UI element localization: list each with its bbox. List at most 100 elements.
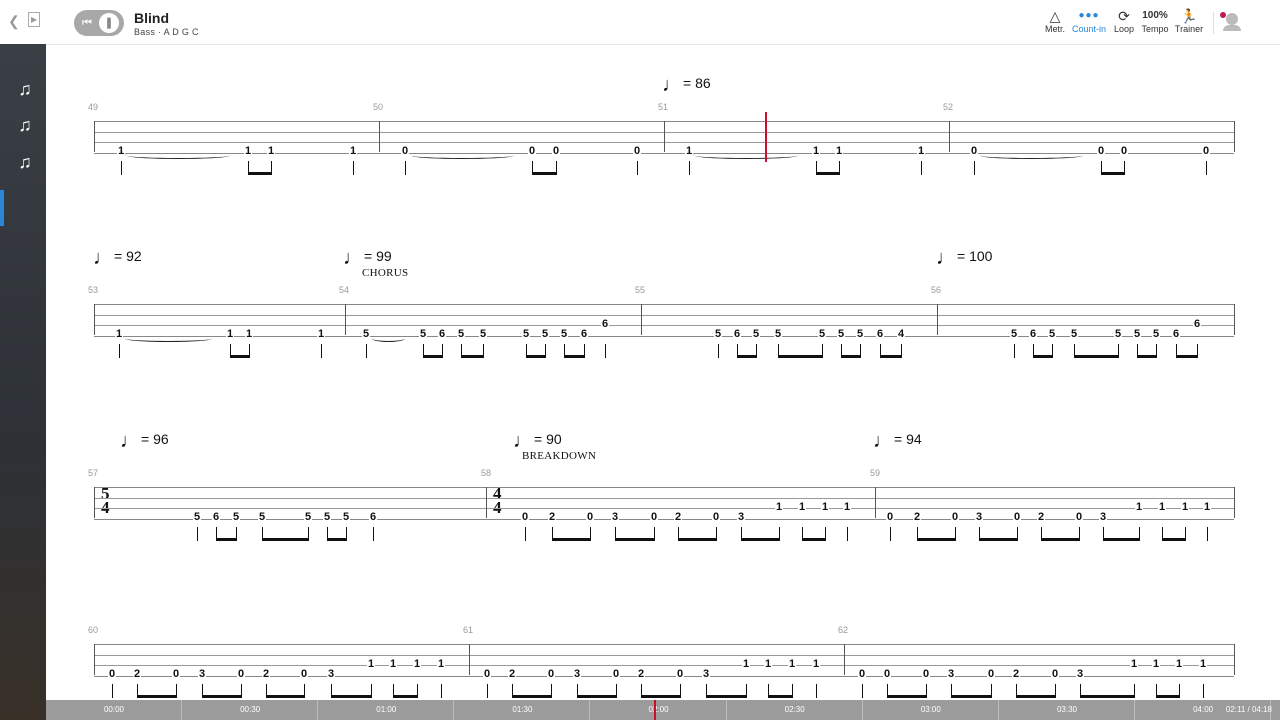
- fret-number: 2: [637, 668, 646, 680]
- fret-number: 0: [1202, 145, 1211, 157]
- bar-line: [486, 487, 487, 518]
- timeline-tick: [453, 700, 455, 720]
- bass-guitar-icon[interactable]: ♫: [14, 151, 36, 173]
- timeline-tick: [589, 700, 591, 720]
- fret-number: 1: [389, 658, 398, 670]
- trainer-button[interactable]: 🏃 Trainer: [1170, 8, 1208, 34]
- bar-line: [94, 487, 95, 518]
- loop-label: Loop: [1113, 24, 1135, 34]
- fret-number: 1: [685, 145, 694, 157]
- fret-number: 5: [457, 328, 466, 340]
- note-beam: [327, 538, 347, 541]
- fret-number: 5: [304, 511, 313, 523]
- note-beam: [423, 355, 443, 358]
- fret-number: 6: [369, 511, 378, 523]
- bar-line: [345, 304, 346, 335]
- count-in-button[interactable]: ●●● Count-in: [1070, 8, 1108, 34]
- note-beam: [979, 538, 1018, 541]
- fret-number: 5: [522, 328, 531, 340]
- tempo-button[interactable]: 100% Tempo: [1136, 8, 1174, 34]
- fret-number: 0: [612, 668, 621, 680]
- fret-number: 1: [226, 328, 235, 340]
- fret-number: 5: [1133, 328, 1142, 340]
- note-stem: [1206, 161, 1207, 175]
- fret-number: 6: [733, 328, 742, 340]
- note-stem: [112, 684, 113, 698]
- note-beam: [512, 695, 552, 698]
- note-stem: [974, 161, 975, 175]
- note-beam: [1103, 538, 1140, 541]
- bar-number: 49: [88, 102, 99, 112]
- divider: [1213, 12, 1214, 34]
- fret-number: 1: [812, 658, 821, 670]
- fret-number: 1: [821, 501, 830, 513]
- note-beam: [706, 695, 747, 698]
- fret-number: 1: [798, 501, 807, 513]
- fret-number: 2: [548, 511, 557, 523]
- avatar-icon[interactable]: [1226, 13, 1238, 25]
- tempo-label: Tempo: [1141, 24, 1169, 34]
- timeline-label: 00:30: [240, 705, 261, 714]
- note-beam: [230, 355, 250, 358]
- fret-number: 0: [883, 668, 892, 680]
- fret-number: 3: [573, 668, 582, 680]
- rewind-icon[interactable]: ⏮: [77, 13, 97, 33]
- trainer-label: Trainer: [1174, 24, 1204, 34]
- bar-line: [94, 304, 95, 335]
- bass-guitar-icon[interactable]: ♫: [14, 114, 36, 136]
- note-stem: [197, 527, 198, 541]
- tie-arc: [127, 152, 230, 159]
- note-stem: [689, 161, 690, 175]
- fret-number: 3: [611, 511, 620, 523]
- playback-timeline[interactable]: 00:00 00:30 01:00 01:30 02:00 02:30 03:00 03:30…: [46, 700, 1280, 720]
- fret-number: 6: [1172, 328, 1181, 340]
- note-beam: [1101, 172, 1125, 175]
- instrument-sidebar: ♫ ♫ ♫: [0, 44, 46, 720]
- note-beam: [768, 695, 793, 698]
- fret-number: 2: [262, 668, 271, 680]
- metronome-button[interactable]: △ Metr.: [1036, 8, 1074, 34]
- bar-line: [937, 304, 938, 335]
- fret-number: 5: [258, 511, 267, 523]
- playback-position: 02:11 / 04:18: [1225, 705, 1272, 714]
- play-pause-icon[interactable]: ❚: [99, 13, 119, 33]
- timeline-label: 00:00: [103, 705, 125, 714]
- fret-number: 1: [413, 658, 422, 670]
- note-beam: [737, 355, 757, 358]
- note-stem: [605, 344, 606, 358]
- fret-number: 0: [1075, 511, 1084, 523]
- note-stem: [1203, 684, 1204, 698]
- bar-line: [875, 487, 876, 518]
- fret-number: 1: [1130, 658, 1139, 670]
- fret-number: 3: [1099, 511, 1108, 523]
- tempo-marking: ♩= 96: [120, 430, 169, 452]
- fret-number: 6: [580, 328, 589, 340]
- fret-number: 5: [1152, 328, 1161, 340]
- note-beam: [778, 355, 823, 358]
- fret-number: 0: [886, 511, 895, 523]
- note-beam: [577, 695, 617, 698]
- fret-number: 5: [232, 511, 241, 523]
- timeline-playhead[interactable]: [653, 700, 656, 720]
- fret-number: 1: [245, 328, 254, 340]
- bar-number: 52: [943, 102, 954, 112]
- note-stem: [847, 527, 848, 541]
- bass-guitar-icon[interactable]: ♫: [14, 78, 36, 100]
- instrument-name: Bass: [134, 27, 156, 37]
- quarter-note-icon: ♩: [662, 74, 682, 96]
- note-stem: [441, 684, 442, 698]
- fret-number: 1: [115, 328, 124, 340]
- panel-toggle-icon[interactable]: ▸: [28, 12, 41, 27]
- note-beam: [532, 172, 557, 175]
- fret-number: 1: [349, 145, 358, 157]
- note-beam: [262, 538, 309, 541]
- tie-arc: [125, 335, 212, 342]
- fret-number: 6: [876, 328, 885, 340]
- back-icon[interactable]: ❮: [8, 13, 20, 30]
- fret-number: 5: [1048, 328, 1057, 340]
- timeline-label: 04:00: [1193, 705, 1214, 714]
- fret-number: 1: [267, 145, 276, 157]
- trainer-icon: 🏃: [1180, 8, 1198, 24]
- fret-number: 5: [837, 328, 846, 340]
- note-stem: [121, 161, 122, 175]
